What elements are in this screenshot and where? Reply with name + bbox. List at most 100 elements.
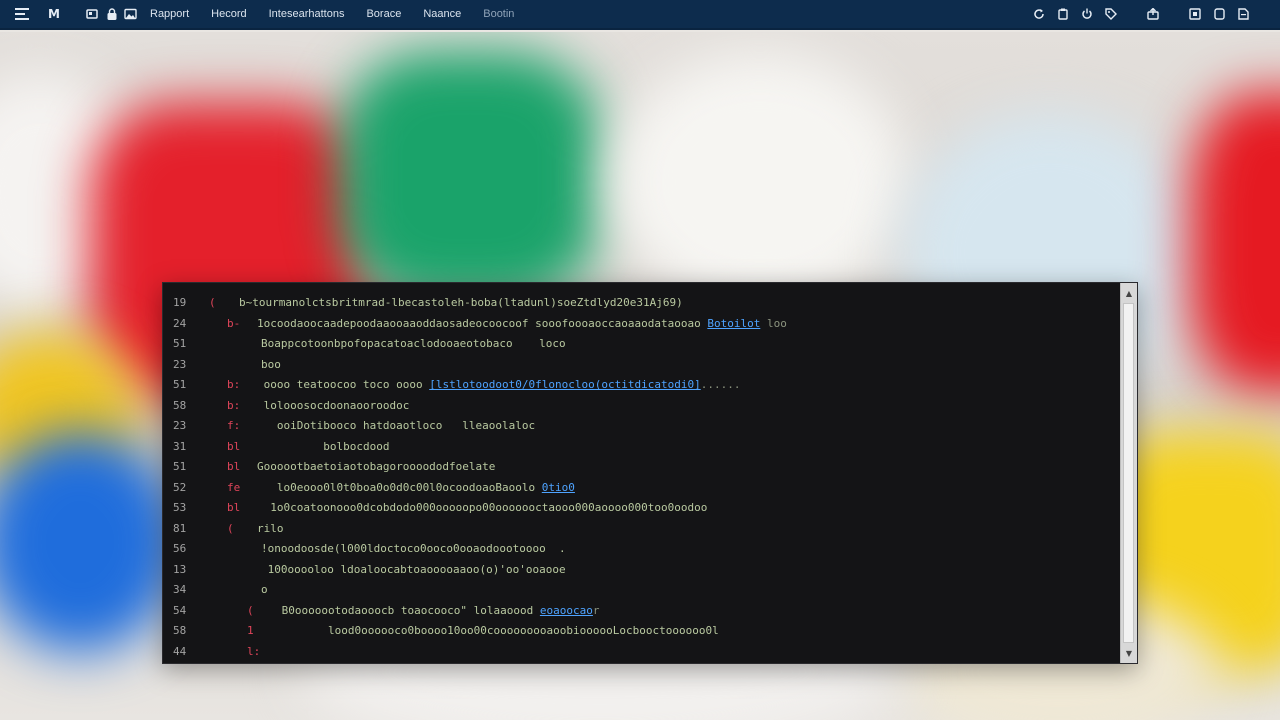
line-text: bolbocdood [257, 437, 389, 458]
vertical-scrollbar[interactable]: ▲ ▼ [1120, 283, 1137, 663]
code-line[interactable]: 58 b: lolooosocdoonaooroodoc [163, 396, 1121, 417]
menu-intesearhattons[interactable]: Intesearhattons [269, 8, 345, 20]
image-icon[interactable] [122, 6, 138, 22]
app-letter[interactable]: M [46, 6, 62, 22]
line-number: 51 [173, 337, 187, 350]
line-content: b~tourmanolctsbritmrad-lbecastoleh-boba(… [239, 296, 683, 309]
inline-link[interactable]: Botoilot [707, 317, 760, 330]
code-line[interactable]: 34 o [163, 580, 1121, 601]
line-text: o [261, 580, 268, 601]
line-number: 19 [173, 296, 187, 309]
hamburger-logo-icon[interactable] [14, 6, 30, 22]
line-content: rilo [257, 521, 284, 535]
code-line[interactable]: 51 bl Goooootbaetoiaotobagoroooododfoelate [163, 457, 1121, 478]
code-line[interactable]: 13 100ooooloo ldoaloocabtoaooooaaoo(o)'o… [163, 560, 1121, 581]
scroll-down-icon[interactable]: ▼ [1121, 645, 1137, 661]
line-marker: b- [227, 316, 241, 330]
line-marker: bl [227, 460, 241, 473]
line-content: oooo teatoocoo toco oooo [257, 378, 423, 391]
line-text: loo [257, 662, 284, 663]
power-icon[interactable] [1080, 7, 1094, 21]
code-line[interactable]: 53 bl loo [163, 662, 1121, 663]
scroll-thumb[interactable] [1123, 303, 1134, 643]
code-line[interactable]: 24 b- 1ocoodaoocaadepoodaaooaaoddaosadeoco… [163, 314, 1121, 335]
line-content: ooiDotibooco hatdoaotloco lleaoolaloc [257, 419, 536, 432]
line-marker: l: [247, 644, 261, 658]
line-number: 56 [173, 542, 187, 555]
line-text: 1ocoodaoocaadepoodaaooaaoddaosadeocoocoo… [257, 314, 787, 335]
terminal-window[interactable]: 19 ( b~tourmanolctsbritmrad-lbecastoleh-bo… [162, 282, 1138, 664]
line-number: 23 [173, 419, 187, 432]
code-line[interactable]: 23 boo [163, 355, 1121, 376]
code-line[interactable]: 53 bl 1o0coatoonooo0dcobdodo000ooooopo00o… [163, 498, 1121, 519]
menu-rapport[interactable]: Rapport [150, 8, 189, 20]
code-line[interactable]: 51 Boappcotoonbpofopacatoaclodooaeotobaco… [163, 334, 1121, 355]
code-line[interactable]: 44 l: [163, 642, 1121, 663]
line-text: 1o0coatoonooo0dcobdodo000ooooopo00oooooo… [257, 498, 707, 519]
gallery-icon[interactable] [84, 6, 100, 22]
inline-link[interactable]: [lstlotoodoot0/0flonocloo(octitdicatodi0… [429, 378, 701, 391]
code-line[interactable]: 58 1 lood0oooooco0boooo10oo00cooooooooaoo… [163, 621, 1121, 642]
line-number: 51 [173, 378, 187, 391]
menu-bootin[interactable]: Bootin [483, 8, 514, 20]
scroll-up-icon[interactable]: ▲ [1121, 285, 1137, 301]
line-content: lo0eooo0l0t0boa0o0d0c00l0ocoodoaoBaoolo [257, 480, 536, 494]
reload-icon[interactable] [1032, 7, 1046, 21]
line-marker: ( [247, 603, 254, 617]
line-marker: f: [227, 419, 241, 432]
tag-icon[interactable] [1104, 7, 1118, 21]
toolbar-icons [1032, 7, 1250, 21]
copy-icon[interactable] [1212, 7, 1226, 21]
line-text: 100ooooloo ldoaloocabtoaooooaaoo(o)'oo'o… [261, 560, 566, 581]
share-icon[interactable] [1146, 7, 1160, 21]
line-text: ooiDotibooco hatdoaotloco lleaoolaloc [257, 416, 535, 437]
menu-borace[interactable]: Borace [366, 8, 401, 20]
clipboard-icon[interactable] [1056, 7, 1070, 21]
code-line[interactable]: 19 ( b~tourmanolctsbritmrad-lbecastoleh-bo… [163, 293, 1121, 314]
line-number: 52 [173, 480, 187, 494]
line-text: oooo teatoocoo toco oooo [lstlotoodoot0/… [257, 375, 741, 396]
inline-link[interactable]: 0tio0 [542, 481, 575, 494]
code-area[interactable]: 19 ( b~tourmanolctsbritmrad-lbecastoleh-bo… [163, 293, 1121, 663]
line-tail: r [592, 603, 600, 617]
menu-naance[interactable]: Naance [423, 8, 461, 20]
line-number: 81 [173, 521, 187, 535]
line-tail: loo [760, 316, 787, 330]
code-line[interactable]: 54 ( B0ooooootodaooocb toaocooco" lolaaoo… [163, 601, 1121, 622]
code-line[interactable]: 81 ( rilo [163, 519, 1121, 540]
line-marker: bl [227, 662, 240, 663]
line-number: 31 [173, 439, 187, 453]
line-content: 100ooooloo ldoaloocabtoaooooaaoo(o)'oo'o… [261, 562, 566, 576]
code-line[interactable]: 51 b: oooo teatoocoo toco oooo [lstlotood… [163, 375, 1121, 396]
menu-hecord[interactable]: Hecord [211, 8, 246, 20]
document-icon[interactable] [1236, 7, 1250, 21]
line-tail: ...... [700, 378, 741, 391]
line-number: 53 [173, 662, 203, 663]
inline-link[interactable]: eoaoocao [540, 604, 593, 617]
line-content: boo [261, 357, 281, 371]
line-marker: ( [209, 296, 216, 309]
line-marker: 1 [247, 624, 254, 637]
lock-icon[interactable] [104, 6, 120, 22]
top-menu-bar: M Rapport Hecord Intesearhattons Borace … [0, 0, 1280, 30]
line-text: lolooosocdoonaooroodoc [257, 396, 410, 417]
line-content: lood0oooooco0boooo10oo00cooooooooaoobioo… [275, 624, 719, 637]
bookmark-icon[interactable] [1188, 7, 1202, 21]
line-marker: b: [227, 378, 241, 391]
line-content: bolbocdood [257, 439, 390, 453]
line-content: 1ocoodaoocaadepoodaaooaaoddaosadeocoocoo… [257, 316, 701, 330]
code-line[interactable]: 56 !onoodoosde(l000ldoctoco0ooco0ooaodooo… [163, 539, 1121, 560]
line-marker: bl [227, 501, 241, 514]
line-marker: fe [227, 480, 241, 494]
line-content: B0ooooootodaooocb toaocooco" lolaaoood [275, 603, 534, 617]
line-marker: b: [227, 398, 241, 412]
line-content: !onoodoosde(l000ldoctoco0ooco0ooaodoooto… [261, 542, 566, 555]
line-number: 54 [173, 603, 187, 617]
line-number: 34 [173, 583, 187, 596]
code-line[interactable]: 23 f: ooiDotibooco hatdoaotloco lleaoolal… [163, 416, 1121, 437]
line-marker: ( [227, 521, 234, 535]
code-line[interactable]: 31 bl bolbocdood [163, 437, 1121, 458]
code-line[interactable]: 52 fe lo0eooo0l0t0boa0o0d0c00l0ocoodoaoBa… [163, 478, 1121, 499]
line-text: lo0eooo0l0t0boa0o0d0c00l0ocoodoaoBaoolo … [257, 478, 575, 499]
line-content: Boappcotoonbpofopacatoaclodooaeotobaco l… [261, 337, 566, 350]
